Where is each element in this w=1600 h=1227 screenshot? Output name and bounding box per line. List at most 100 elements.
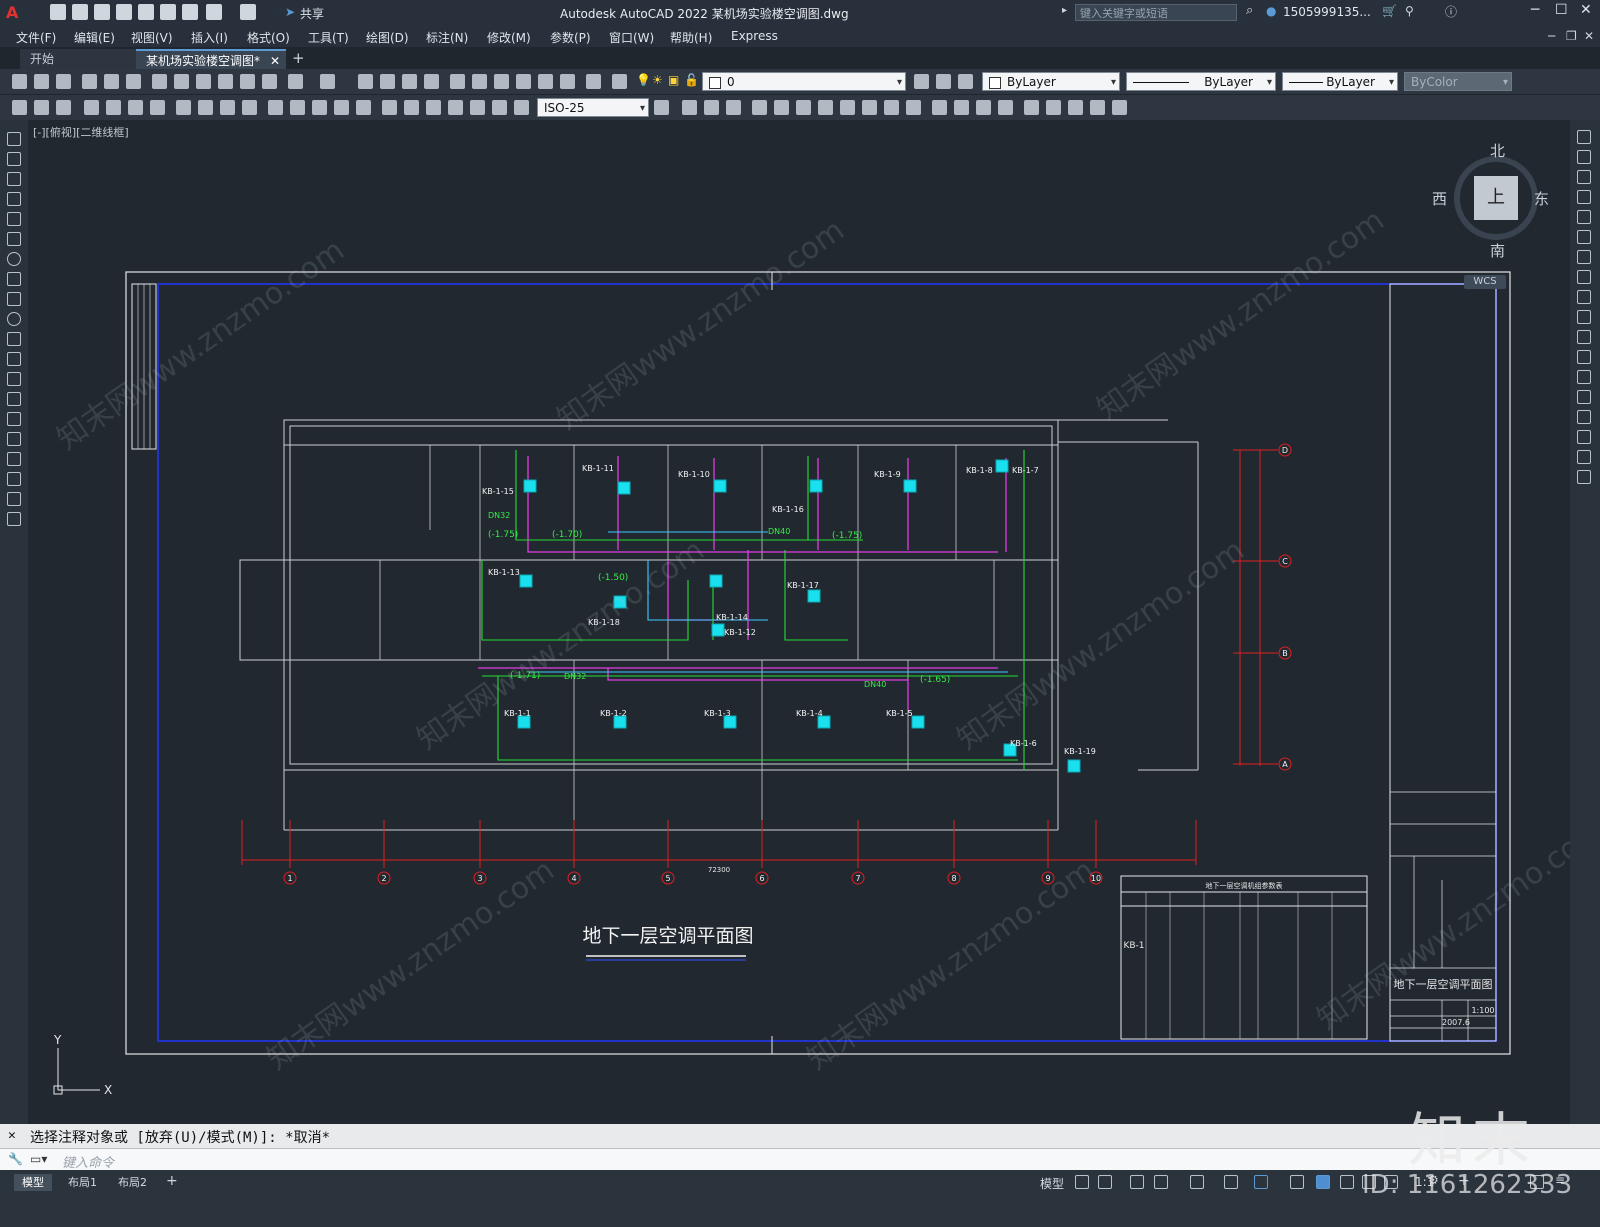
viewcube-west[interactable]: 西 — [1432, 188, 1447, 209]
share-icon[interactable]: ➤ — [285, 5, 295, 19]
dimension-update-icon[interactable] — [514, 100, 529, 115]
ucs-previous-icon[interactable] — [796, 100, 811, 115]
blend-curves-icon[interactable] — [1577, 450, 1591, 464]
menu-insert[interactable]: 插入(I) — [191, 29, 228, 46]
ucs-zaxis-icon[interactable] — [906, 100, 921, 115]
menu-file[interactable]: 文件(F) — [16, 29, 56, 46]
array-icon[interactable] — [1577, 210, 1591, 224]
polar-icon[interactable] — [1154, 1175, 1168, 1189]
camera-icon[interactable] — [1068, 100, 1083, 115]
new-tab-icon[interactable]: + — [292, 49, 305, 67]
ellipse-icon[interactable] — [7, 312, 21, 326]
paste-icon[interactable] — [196, 74, 211, 89]
menu-tools[interactable]: 工具(T) — [308, 29, 349, 46]
zoom-window-icon[interactable] — [402, 74, 417, 89]
lights-icon[interactable] — [976, 100, 991, 115]
open-web-icon[interactable] — [138, 4, 154, 20]
ucs-world-icon[interactable] — [774, 100, 789, 115]
erase-icon[interactable] — [1577, 130, 1591, 144]
offset-icon[interactable] — [1577, 190, 1591, 204]
break-icon[interactable] — [1577, 370, 1591, 384]
viewport-single-icon[interactable] — [704, 100, 719, 115]
spline-icon[interactable] — [7, 292, 21, 306]
menu-window[interactable]: 窗口(W) — [609, 29, 654, 46]
lineweight-dropdown[interactable]: ByLayer ▾ — [1282, 72, 1398, 91]
doc-close-icon[interactable]: ✕ — [1584, 29, 1594, 43]
multiline-text-icon[interactable] — [7, 492, 21, 506]
rotate-icon[interactable] — [1577, 250, 1591, 264]
aligned-dimension-icon[interactable] — [106, 100, 121, 115]
open-file-icon[interactable] — [72, 4, 88, 20]
search-input[interactable]: 键入关键字或短语 — [1075, 4, 1237, 21]
menu-parametric[interactable]: 参数(P) — [550, 29, 591, 46]
explode-icon[interactable] — [1577, 470, 1591, 484]
tab-start[interactable]: 开始 — [20, 49, 150, 69]
plot-icon[interactable] — [182, 4, 198, 20]
inspection-icon[interactable] — [426, 100, 441, 115]
gradient-icon[interactable] — [7, 432, 21, 446]
menu-dimension[interactable]: 标注(N) — [426, 29, 468, 46]
undo-icon[interactable] — [288, 74, 303, 89]
open-icon[interactable] — [34, 74, 49, 89]
arc-length-icon[interactable] — [128, 100, 143, 115]
layer-previous-icon[interactable] — [936, 74, 951, 89]
shade-icon[interactable] — [1046, 100, 1061, 115]
layout-tab-1[interactable]: 布局1 — [60, 1174, 105, 1191]
line-icon[interactable] — [7, 132, 21, 146]
ucs-view-icon[interactable] — [862, 100, 877, 115]
cut-icon[interactable] — [152, 74, 167, 89]
menu-help[interactable]: 帮助(H) — [670, 29, 712, 46]
layer-state-icon[interactable] — [958, 74, 973, 89]
tab-drawing[interactable]: 某机场实验楼空调图* ✕ — [136, 49, 286, 69]
viewcube-south[interactable]: 南 — [1490, 240, 1505, 261]
materials-icon[interactable] — [954, 100, 969, 115]
center-mark-icon[interactable] — [404, 100, 419, 115]
layer-isolate-icon[interactable] — [34, 100, 49, 115]
baseline-dimension-icon[interactable] — [290, 100, 305, 115]
dimension-text-edit-icon[interactable] — [492, 100, 507, 115]
save-icon[interactable] — [94, 4, 110, 20]
menu-express[interactable]: Express — [731, 29, 778, 43]
connect-icon[interactable]: ⚲ — [1405, 4, 1414, 18]
hide-icon[interactable] — [1024, 100, 1039, 115]
viewcube-face[interactable]: 上 — [1474, 176, 1518, 220]
zoom-previous-icon[interactable] — [424, 74, 439, 89]
quickcalc-icon[interactable] — [560, 74, 575, 89]
jogged-dimension-icon[interactable] — [198, 100, 213, 115]
maximize-icon[interactable]: ☐ — [1555, 2, 1568, 18]
radius-dimension-icon[interactable] — [176, 100, 191, 115]
dimension-edit-icon[interactable] — [470, 100, 485, 115]
preview-icon[interactable] — [104, 74, 119, 89]
linetype-dropdown[interactable]: ByLayer ▾ — [1126, 72, 1276, 91]
layer-viewport-icon[interactable]: ▣ — [668, 73, 679, 87]
arc-icon[interactable] — [7, 232, 21, 246]
point-icon[interactable] — [7, 392, 21, 406]
hatch-icon[interactable] — [7, 412, 21, 426]
extend-icon[interactable] — [1577, 330, 1591, 344]
ortho-icon[interactable] — [1130, 1175, 1144, 1189]
render-icon[interactable] — [932, 100, 947, 115]
autocad-logo-icon[interactable]: A — [6, 3, 24, 22]
layer-match-icon[interactable] — [12, 100, 27, 115]
polygon-icon[interactable] — [7, 192, 21, 206]
design-center-icon[interactable] — [472, 74, 487, 89]
continue-dimension-icon[interactable] — [312, 100, 327, 115]
linear-dimension-icon[interactable] — [84, 100, 99, 115]
new-icon[interactable] — [12, 74, 27, 89]
help-icon[interactable] — [586, 74, 601, 89]
layer-lock-icon[interactable]: 🔓 — [684, 73, 699, 87]
properties-icon[interactable] — [450, 74, 465, 89]
ucs-object-icon[interactable] — [840, 100, 855, 115]
snap-icon[interactable] — [1098, 1175, 1112, 1189]
chamfer-icon[interactable] — [1577, 410, 1591, 424]
close-icon[interactable]: ✕ — [1580, 2, 1592, 18]
sheet-set-icon[interactable] — [516, 74, 531, 89]
quick-dimension-icon[interactable] — [268, 100, 283, 115]
polyline-icon[interactable] — [7, 172, 21, 186]
add-selected-icon[interactable] — [7, 512, 21, 526]
command-input[interactable]: 🔧 ▭▾ 键入命令 — [0, 1148, 1600, 1171]
viewcube[interactable]: 上 北 南 东 西 — [1432, 140, 1558, 261]
share-button[interactable]: 共享 — [300, 5, 324, 22]
grid-icon[interactable] — [1075, 1175, 1089, 1189]
dimension-space-icon[interactable] — [334, 100, 349, 115]
